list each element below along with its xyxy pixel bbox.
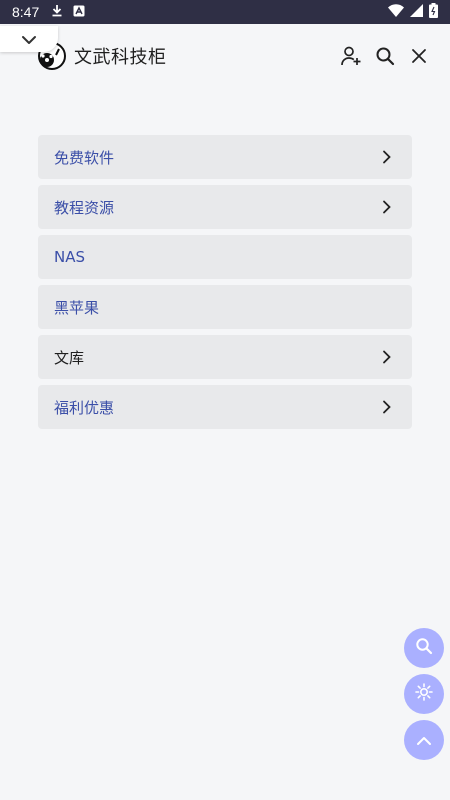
chevron-right-icon[interactable] (382, 350, 396, 364)
menu-item-nas[interactable]: NAS (38, 235, 412, 279)
menu-item-label: 黑苹果 (54, 298, 100, 317)
menu-item-free-software[interactable]: 免费软件 (38, 135, 412, 179)
app-notification-icon (73, 4, 85, 20)
close-icon[interactable] (408, 45, 430, 67)
search-icon[interactable] (374, 45, 396, 67)
menu-item-tutorials[interactable]: 教程资源 (38, 185, 412, 229)
menu-item-label: 教程资源 (54, 198, 115, 217)
menu-item-label: 文库 (54, 348, 85, 367)
status-time: 8:47 (12, 4, 40, 20)
chevron-down-icon (21, 30, 37, 49)
menu-item-library[interactable]: 文库 (38, 335, 412, 379)
chevron-right-icon[interactable] (382, 200, 396, 214)
menu-item-label: NAS (54, 248, 86, 266)
collapse-tab[interactable] (0, 26, 58, 52)
chevron-up-icon (416, 731, 432, 750)
chevron-right-icon[interactable] (382, 400, 396, 414)
chevron-right-icon[interactable] (382, 150, 396, 164)
fab-theme-button[interactable] (404, 674, 444, 714)
menu-item-label: 福利优惠 (54, 398, 115, 417)
wifi-icon (388, 4, 404, 20)
download-icon (51, 4, 63, 20)
site-header: 文武科技柜 (0, 24, 450, 88)
battery-icon (429, 3, 438, 21)
search-icon (415, 637, 433, 659)
menu-item-deals[interactable]: 福利优惠 (38, 385, 412, 429)
brightness-icon (415, 683, 433, 705)
menu-item-hackintosh[interactable]: 黑苹果 (38, 285, 412, 329)
category-menu: 免费软件 教程资源 NAS 黑苹果 文库 福利优惠 (38, 135, 412, 435)
status-bar: 8:47 (0, 0, 450, 24)
signal-icon (410, 4, 423, 20)
menu-item-label: 免费软件 (54, 148, 115, 167)
add-user-icon[interactable] (340, 45, 362, 67)
site-title[interactable]: 文武科技柜 (74, 43, 167, 69)
fab-back-to-top-button[interactable] (404, 720, 444, 760)
fab-search-button[interactable] (404, 628, 444, 668)
